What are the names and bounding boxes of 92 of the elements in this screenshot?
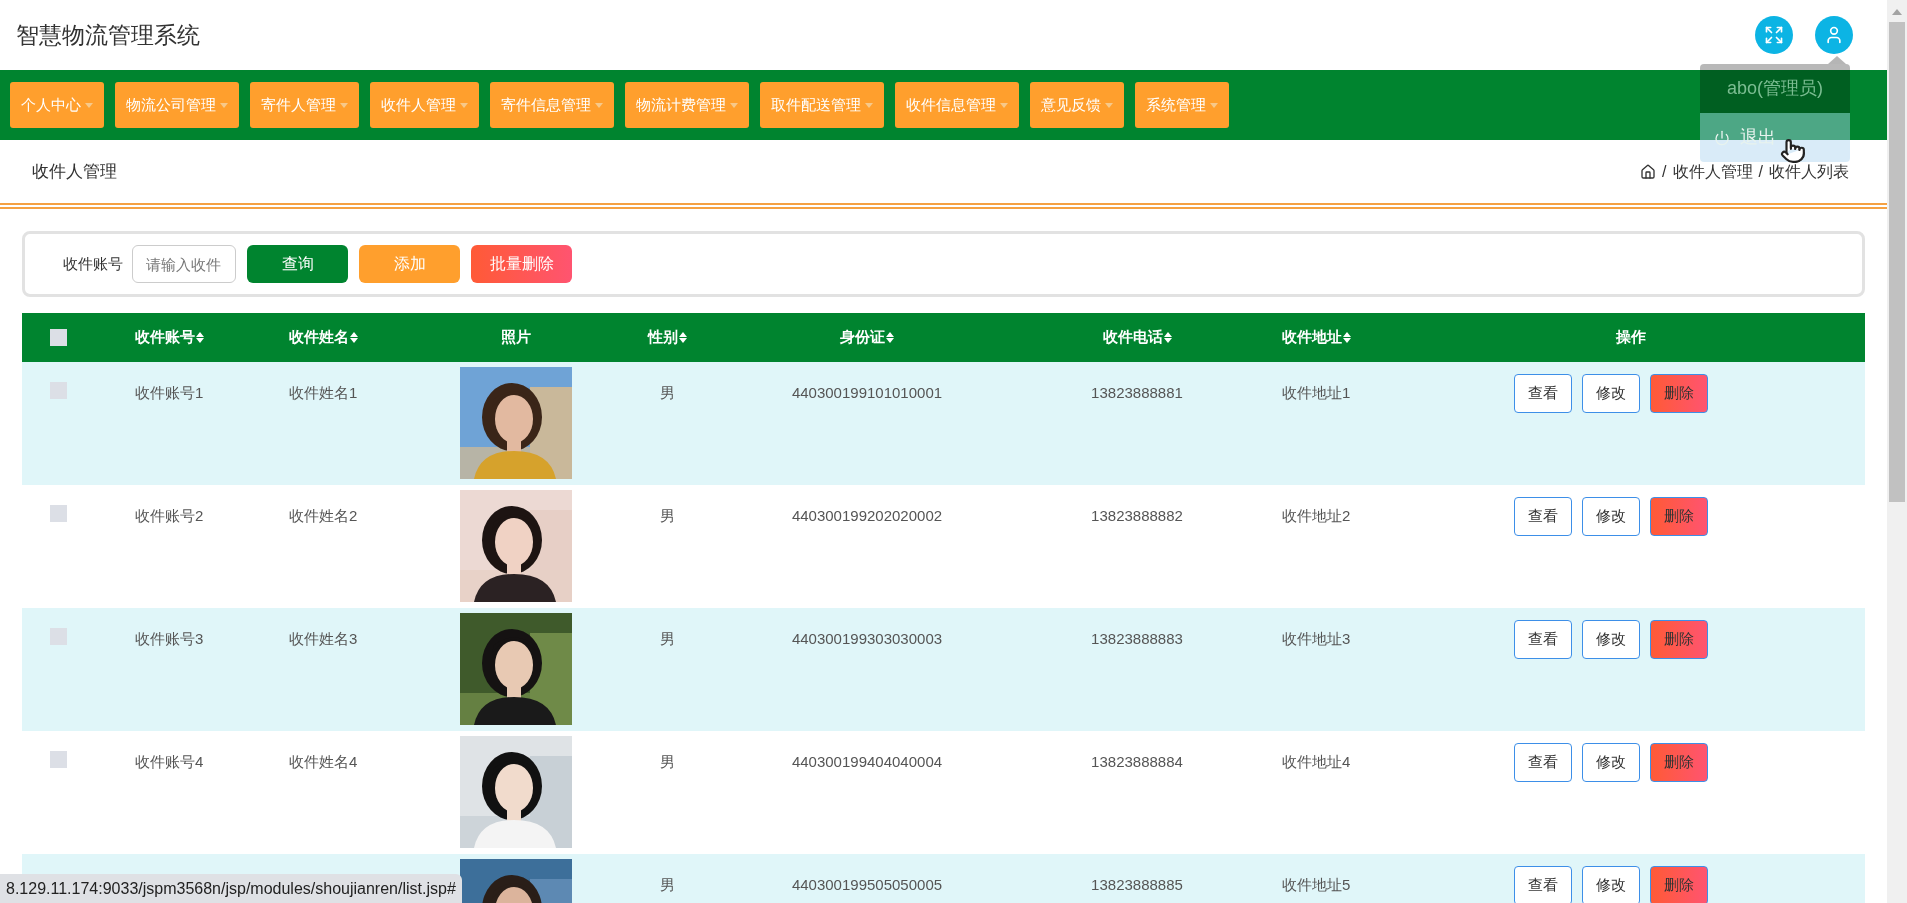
table-cell: 收件地址5 bbox=[1282, 876, 1351, 893]
user-button[interactable] bbox=[1815, 16, 1853, 54]
checkbox[interactable] bbox=[50, 505, 67, 522]
power-icon bbox=[1714, 129, 1730, 146]
status-url: 8.129.11.174:9033/jspm3568n/jsp/modules/shoujianren/list.jsp# bbox=[6, 878, 456, 899]
view-button[interactable]: 查看 bbox=[1514, 866, 1572, 903]
sort-icon[interactable] bbox=[1163, 332, 1172, 343]
table-cell: 收件姓名3 bbox=[289, 630, 358, 647]
table-cell: 收件姓名2 bbox=[289, 507, 358, 524]
caret-icon bbox=[1105, 102, 1113, 108]
edit-button[interactable]: 修改 bbox=[1582, 620, 1640, 659]
table-cell: 收件地址3 bbox=[1282, 630, 1351, 647]
table-cell: 男 bbox=[659, 753, 675, 770]
search-label: 收件账号 bbox=[63, 253, 123, 274]
view-button[interactable]: 查看 bbox=[1514, 620, 1572, 659]
delete-button[interactable]: 删除 bbox=[1650, 866, 1708, 903]
table-cell: 收件账号4 bbox=[135, 753, 204, 770]
caret-icon bbox=[340, 102, 348, 108]
checkbox[interactable] bbox=[50, 751, 67, 768]
table-cell: 男 bbox=[659, 384, 675, 401]
page-title: 收件人管理 bbox=[32, 160, 117, 183]
table-cell: 收件地址4 bbox=[1282, 753, 1351, 770]
expand-icon bbox=[1764, 25, 1784, 45]
caret-icon bbox=[595, 102, 603, 108]
view-button[interactable]: 查看 bbox=[1514, 743, 1572, 782]
caret-icon bbox=[1210, 102, 1218, 108]
table-cell: 收件姓名4 bbox=[289, 753, 358, 770]
search-button[interactable]: 查询 bbox=[247, 245, 348, 283]
delete-button[interactable]: 删除 bbox=[1650, 743, 1708, 782]
column-header[interactable]: 收件电话 bbox=[1102, 326, 1172, 349]
column-header[interactable]: 身份证 bbox=[840, 326, 894, 349]
edit-button[interactable]: 修改 bbox=[1582, 497, 1640, 536]
table-cell: 440300199303030003 bbox=[791, 630, 943, 647]
home-icon[interactable] bbox=[1640, 163, 1657, 180]
column-header: 操作 bbox=[1616, 327, 1646, 348]
caret-icon bbox=[1000, 102, 1008, 108]
table-cell: 13823888881 bbox=[1091, 384, 1183, 401]
caret-icon bbox=[460, 102, 468, 108]
table-cell: 男 bbox=[659, 507, 675, 524]
table-cell: 13823888883 bbox=[1091, 630, 1183, 647]
view-button[interactable]: 查看 bbox=[1514, 497, 1572, 536]
delete-button[interactable]: 删除 bbox=[1650, 620, 1708, 659]
table-cell: 男 bbox=[659, 630, 675, 647]
scrollbar[interactable] bbox=[1887, 0, 1907, 903]
column-header: 照片 bbox=[501, 327, 531, 348]
scroll-up-arrow-icon[interactable] bbox=[1892, 8, 1902, 16]
breadcrumb-link[interactable]: 收件人管理 bbox=[1672, 159, 1753, 184]
edit-button[interactable]: 修改 bbox=[1582, 743, 1640, 782]
user-icon bbox=[1824, 25, 1844, 45]
sort-icon[interactable] bbox=[196, 332, 204, 343]
breadcrumb-separator: / bbox=[1662, 161, 1667, 182]
caret-icon bbox=[730, 102, 738, 108]
table-cell: 440300199202020002 bbox=[791, 507, 943, 524]
table-cell: 收件姓名1 bbox=[289, 384, 358, 401]
table-cell: 13823888882 bbox=[1091, 507, 1183, 524]
checkbox[interactable] bbox=[50, 329, 67, 346]
table-cell: 收件账号2 bbox=[135, 507, 204, 524]
caret-icon bbox=[220, 102, 228, 108]
fullscreen-button[interactable] bbox=[1755, 16, 1793, 54]
column-header[interactable]: 收件姓名 bbox=[289, 326, 358, 349]
username-item: abo(管理员) bbox=[1700, 64, 1850, 113]
caret-icon bbox=[865, 102, 873, 108]
hand-cursor-icon bbox=[1780, 138, 1806, 164]
table-cell: 男 bbox=[659, 876, 675, 893]
batch-delete-button[interactable]: 批量删除 bbox=[471, 245, 572, 283]
column-header[interactable]: 收件地址 bbox=[1282, 326, 1351, 349]
table-cell: 440300199101010001 bbox=[791, 384, 943, 401]
column-header[interactable]: 收件账号 bbox=[135, 326, 204, 349]
app-title: 智慧物流管理系统 bbox=[16, 20, 200, 50]
table-cell: 440300199404040004 bbox=[791, 753, 943, 770]
menu-pointer-icon bbox=[1828, 56, 1846, 64]
table-cell: 440300199505050005 bbox=[791, 876, 943, 893]
sort-icon[interactable] bbox=[1343, 332, 1351, 343]
edit-button[interactable]: 修改 bbox=[1582, 866, 1640, 903]
table-cell: 收件地址1 bbox=[1282, 384, 1351, 401]
table-cell: 收件地址2 bbox=[1282, 507, 1351, 524]
sort-icon[interactable] bbox=[678, 332, 687, 343]
table-cell: 收件账号1 bbox=[135, 384, 204, 401]
caret-icon bbox=[85, 102, 93, 108]
delete-button[interactable]: 删除 bbox=[1650, 374, 1708, 413]
view-button[interactable]: 查看 bbox=[1514, 374, 1572, 413]
edit-button[interactable]: 修改 bbox=[1582, 374, 1640, 413]
delete-button[interactable]: 删除 bbox=[1650, 497, 1708, 536]
column-header[interactable]: 性别 bbox=[647, 326, 687, 349]
table-cell: 13823888884 bbox=[1091, 753, 1183, 770]
breadcrumb-link[interactable]: 收件人列表 bbox=[1769, 159, 1849, 184]
table-cell: 收件账号3 bbox=[135, 630, 204, 647]
sort-icon[interactable] bbox=[886, 332, 894, 343]
account-input[interactable]: 请输入收件 bbox=[132, 245, 236, 283]
sort-icon[interactable] bbox=[350, 332, 358, 343]
breadcrumb-separator: / bbox=[1758, 161, 1763, 182]
table-cell: 13823888885 bbox=[1091, 876, 1183, 893]
